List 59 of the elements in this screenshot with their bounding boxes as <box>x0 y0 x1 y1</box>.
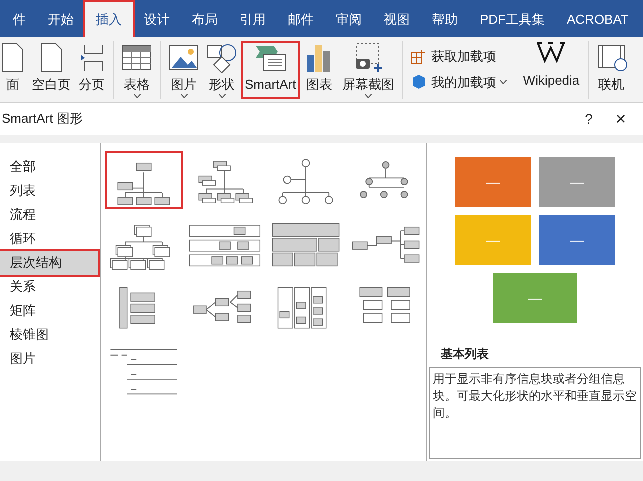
ribbon-button[interactable]: 图表 <box>300 40 338 98</box>
dialog-title: SmartArt 图形 <box>2 110 84 128</box>
ribbon-button[interactable]: 空白页 <box>28 40 75 98</box>
ribbon-button[interactable]: 联机 <box>592 40 631 98</box>
picture-icon <box>169 42 199 72</box>
ribbon-tab[interactable]: 引用 <box>229 2 277 37</box>
ribbon-tab[interactable]: 开始 <box>37 2 85 37</box>
ribbon-button[interactable]: 屏幕截图 <box>338 40 398 98</box>
category-item[interactable]: 列表 <box>0 179 98 203</box>
ribbon-tab[interactable]: 插入 <box>85 2 133 37</box>
wikipedia-logo-icon <box>537 41 566 63</box>
category-item[interactable]: 层次结构 <box>0 251 98 275</box>
ribbon-button[interactable]: 形状 <box>203 40 241 98</box>
preview-shape: — <box>539 157 615 207</box>
category-item[interactable]: 关系 <box>0 275 98 299</box>
cube-icon <box>411 74 428 90</box>
ribbon-button[interactable]: 图片 <box>165 40 203 98</box>
preview-shape: — <box>493 273 577 323</box>
caret-icon <box>500 80 508 84</box>
screenshot-icon <box>353 42 384 72</box>
shapes-icon <box>207 42 237 72</box>
ribbon-tab[interactable]: 件 <box>2 2 37 37</box>
help-button[interactable]: ? <box>577 108 601 130</box>
ribbon-tab[interactable]: PDF工具集 <box>469 2 556 37</box>
preview-shape: — <box>455 215 531 265</box>
ribbon-button[interactable]: SmartArt <box>241 40 300 98</box>
category-item[interactable]: 流程 <box>0 203 98 227</box>
page-break-icon <box>81 44 104 71</box>
ribbon-tab[interactable]: 审阅 <box>325 2 373 37</box>
page-icon <box>40 42 62 72</box>
ribbon-button[interactable]: 分页 <box>75 40 109 98</box>
ribbon-tab[interactable]: 设计 <box>133 2 181 37</box>
caret-icon <box>364 94 372 98</box>
ribbon-tab[interactable]: ACROBAT <box>556 2 640 37</box>
addins-grid-icon <box>411 48 428 65</box>
ribbon-button[interactable]: 面 <box>0 40 28 98</box>
layout-title: 基本列表 <box>441 346 490 363</box>
preview-shape: — <box>539 215 615 265</box>
ribbon-tab[interactable]: 视图 <box>373 2 421 37</box>
category-item[interactable]: 矩阵 <box>0 299 98 323</box>
description-box: 用于显示非有序信息块或者分组信息块。可最大化形状的水平和垂直显示空间。 <box>429 367 641 459</box>
category-item[interactable]: 循环 <box>0 227 98 251</box>
film-icon <box>596 42 627 72</box>
ribbon-tab[interactable]: 邮件 <box>277 2 325 37</box>
caret-icon <box>134 94 140 98</box>
category-item[interactable]: 棱锥图 <box>0 323 98 347</box>
caret-icon <box>218 94 226 98</box>
get-addins-button[interactable]: 获取加载项 <box>407 47 512 66</box>
ribbon-tab[interactable]: 帮助 <box>421 2 469 37</box>
my-addins-button[interactable]: 我的加载项 <box>407 72 512 92</box>
table-icon <box>122 42 152 72</box>
ribbon-button[interactable]: 表格 <box>118 40 156 98</box>
preview-shape: — <box>455 157 531 207</box>
ribbon-tab[interactable]: 布局 <box>181 2 229 37</box>
wikipedia-button[interactable]: Wikipedia <box>519 40 584 98</box>
close-button[interactable]: × <box>609 106 633 132</box>
caret-icon <box>180 94 188 98</box>
category-item[interactable]: 图片 <box>0 347 98 371</box>
category-item[interactable]: 全部 <box>0 155 98 179</box>
